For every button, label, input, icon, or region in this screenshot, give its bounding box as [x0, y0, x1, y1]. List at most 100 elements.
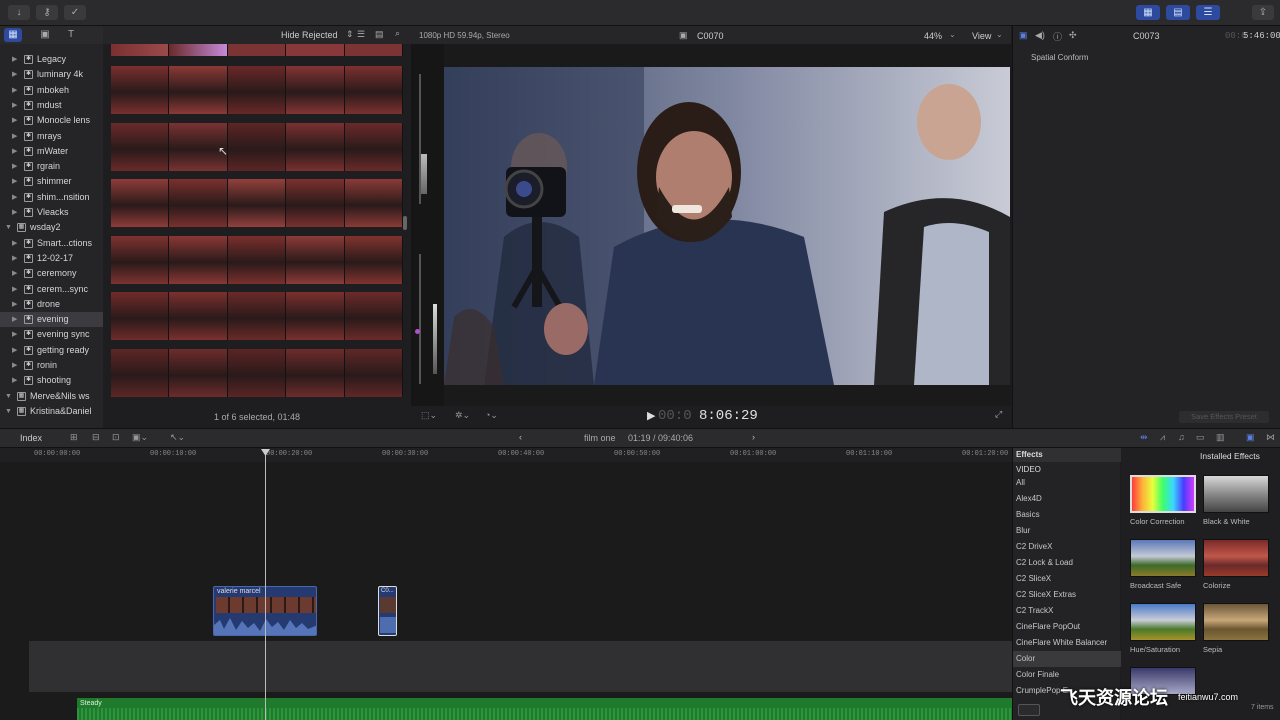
filmstrip-row[interactable] — [111, 122, 404, 171]
library-item[interactable]: ▶ ✱ cerem...sync — [0, 282, 103, 297]
play-icon[interactable]: ▶ — [647, 409, 655, 422]
list-view-icon[interactable]: ☰ — [357, 29, 365, 40]
library-item[interactable]: ▶ ✱ ceremony — [0, 266, 103, 281]
view-popup[interactable]: View — [972, 31, 991, 41]
library-item[interactable]: ▶ ✱ 12-02-17 — [0, 251, 103, 266]
disclosure-triangle-icon[interactable]: ▶ — [12, 113, 17, 128]
zoom-popup[interactable]: 44% — [924, 31, 942, 41]
disclosure-triangle-icon[interactable]: ▶ — [12, 312, 17, 327]
info-icon[interactable]: ⓘ — [1053, 30, 1062, 43]
disclosure-triangle-icon[interactable]: ▶ — [12, 343, 17, 358]
inspector-toggle-icon[interactable]: ☰ — [1196, 5, 1220, 20]
clip-appearance-icon[interactable]: ▭ — [1196, 432, 1205, 443]
disclosure-triangle-icon[interactable]: ▶ — [12, 52, 17, 67]
library-item[interactable]: ▶ ✱ mWater — [0, 144, 103, 159]
library-item[interactable]: ▶ ✱ Vleacks — [0, 205, 103, 220]
viewer-image[interactable] — [444, 67, 1010, 385]
effect-thumbnail[interactable] — [1203, 539, 1269, 577]
effect-thumbnail[interactable] — [1130, 539, 1196, 577]
audio-inspector-icon[interactable]: ◀) — [1035, 30, 1045, 41]
library-item[interactable]: ▶ ✱ evening — [0, 312, 103, 328]
disclosure-triangle-icon[interactable]: ▶ — [12, 297, 17, 312]
library-item[interactable]: ▶ ✱ mbokeh — [0, 83, 103, 98]
library-item[interactable]: ▶ ✱ ronin — [0, 358, 103, 373]
clip-height-icon[interactable]: ▥ — [1216, 432, 1225, 443]
effects-browser-icon[interactable]: ▣ — [1246, 432, 1255, 443]
timeline-ruler[interactable]: 00:00:00:00 00:00:10:00 00:00:20:00 00:00:3… — [0, 448, 1012, 462]
library-item[interactable]: ▶ ✱ getting ready — [0, 343, 103, 358]
library-item[interactable]: ▼ ▦ Kristina&Daniel — [0, 404, 103, 419]
disclosure-triangle-icon[interactable]: ▶ — [12, 159, 17, 174]
effects-category-item[interactable]: All — [1013, 475, 1121, 491]
effect-thumbnail[interactable] — [1130, 475, 1196, 513]
enhance-icon[interactable]: ✲⌄ — [455, 410, 470, 421]
photos-icon[interactable]: ▣ — [36, 28, 54, 42]
skimming-icon[interactable]: ⇹ — [1140, 432, 1148, 443]
browser-scrollbar[interactable] — [403, 216, 407, 230]
disclosure-triangle-icon[interactable]: ▶ — [12, 327, 17, 342]
effect-thumbnail[interactable] — [1203, 475, 1269, 513]
timeline-toggle-icon[interactable]: ▤ — [1166, 5, 1190, 20]
effect-thumbnail[interactable] — [1130, 603, 1196, 641]
effect-thumbnail[interactable] — [1203, 603, 1269, 641]
headphones-icon[interactable]: ♫ — [1178, 432, 1185, 442]
library-item[interactable]: ▶ ✱ mdust — [0, 98, 103, 113]
effects-category-item[interactable]: CineFlare White Balancer — [1013, 635, 1121, 651]
insert-clip-icon[interactable]: ⊟ — [92, 432, 100, 443]
disclosure-triangle-icon[interactable]: ▶ — [12, 129, 17, 144]
effects-category-item[interactable]: Color Finale — [1013, 667, 1121, 683]
disclosure-triangle-icon[interactable]: ▶ — [12, 358, 17, 373]
filmstrip-row[interactable] — [111, 348, 404, 397]
connect-clip-icon[interactable]: ⊞ — [70, 432, 78, 443]
library-item[interactable]: ▶ ✱ shimmer — [0, 174, 103, 189]
filmstrip-row[interactable] — [111, 179, 404, 227]
installed-effects-popup[interactable]: Installed Effects — [1200, 451, 1260, 461]
effects-category-item[interactable]: Basics — [1013, 507, 1121, 523]
background-tasks-icon[interactable]: ✓ — [64, 5, 86, 20]
fullscreen-icon[interactable]: ⤢ — [995, 409, 1002, 420]
disclosure-triangle-icon[interactable]: ▶ — [12, 266, 17, 281]
audio-skimming-icon[interactable]: ⩘ — [1160, 432, 1165, 443]
timeline-clip[interactable]: C0... — [378, 586, 397, 636]
library-item[interactable]: ▶ ✱ shooting — [0, 373, 103, 388]
save-effects-preset-button[interactable]: Save Effects Preset — [1179, 411, 1269, 423]
sidebar-toggle-icon[interactable] — [1018, 704, 1040, 716]
keywords-icon[interactable]: ⚷ — [36, 5, 58, 20]
effects-category-item[interactable]: Blur — [1013, 523, 1121, 539]
effects-category-item[interactable]: C2 TrackX — [1013, 603, 1121, 619]
disclosure-triangle-icon[interactable]: ▶ — [12, 282, 17, 297]
effects-category-item[interactable]: C2 Lock & Load — [1013, 555, 1121, 571]
library-item[interactable]: ▶ ✱ evening sync — [0, 327, 103, 342]
disclosure-triangle-icon[interactable]: ▶ — [12, 251, 17, 266]
disclosure-triangle-icon[interactable]: ▶ — [12, 98, 17, 113]
disclosure-triangle-icon[interactable]: ▶ — [12, 144, 17, 159]
select-tool-icon[interactable]: ↖⌄ — [170, 432, 185, 443]
library-item[interactable]: ▶ ✱ drone — [0, 297, 103, 312]
playhead[interactable] — [265, 450, 266, 720]
effects-category-item[interactable]: CineFlare PopOut — [1013, 619, 1121, 635]
disclosure-triangle-icon[interactable]: ▶ — [12, 236, 17, 251]
library-item[interactable]: ▼ ▦ Merve&Nils ws — [0, 389, 103, 404]
effects-category-item[interactable]: C2 DriveX — [1013, 539, 1121, 555]
library-item[interactable]: ▶ ✱ Smart...ctions — [0, 236, 103, 251]
disclosure-triangle-icon[interactable]: ▶ — [12, 174, 17, 189]
effects-category-item[interactable]: C2 SliceX — [1013, 571, 1121, 587]
retime-icon[interactable]: ◔⌄ — [485, 410, 498, 421]
thumb-row-partial[interactable] — [111, 44, 404, 56]
effects-category-item[interactable]: Alex4D — [1013, 491, 1121, 507]
viewer-timecode[interactable]: 8:06:29 — [699, 408, 758, 424]
effects-category-item[interactable]: C2 SliceX Extras — [1013, 587, 1121, 603]
import-icon[interactable]: ↓ — [8, 5, 30, 20]
filmstrip-row[interactable] — [111, 235, 404, 284]
overwrite-clip-icon[interactable]: ▣⌄ — [132, 432, 148, 443]
disclosure-triangle-icon[interactable]: ▶ — [12, 83, 17, 98]
disclosure-triangle-icon[interactable]: ▶ — [12, 67, 17, 82]
disclosure-triangle-icon[interactable]: ▶ — [12, 205, 17, 220]
transform-inspector-icon[interactable]: ✣ — [1069, 30, 1077, 41]
library-item[interactable]: ▶ ✱ rgrain — [0, 159, 103, 174]
forward-arrow-icon[interactable]: › — [752, 432, 755, 442]
library-item[interactable]: ▶ ✱ shim...nsition — [0, 190, 103, 205]
primary-storyline[interactable] — [29, 641, 1012, 692]
search-icon[interactable]: ⌕ — [395, 28, 400, 39]
filmstrip-row[interactable] — [111, 292, 404, 340]
